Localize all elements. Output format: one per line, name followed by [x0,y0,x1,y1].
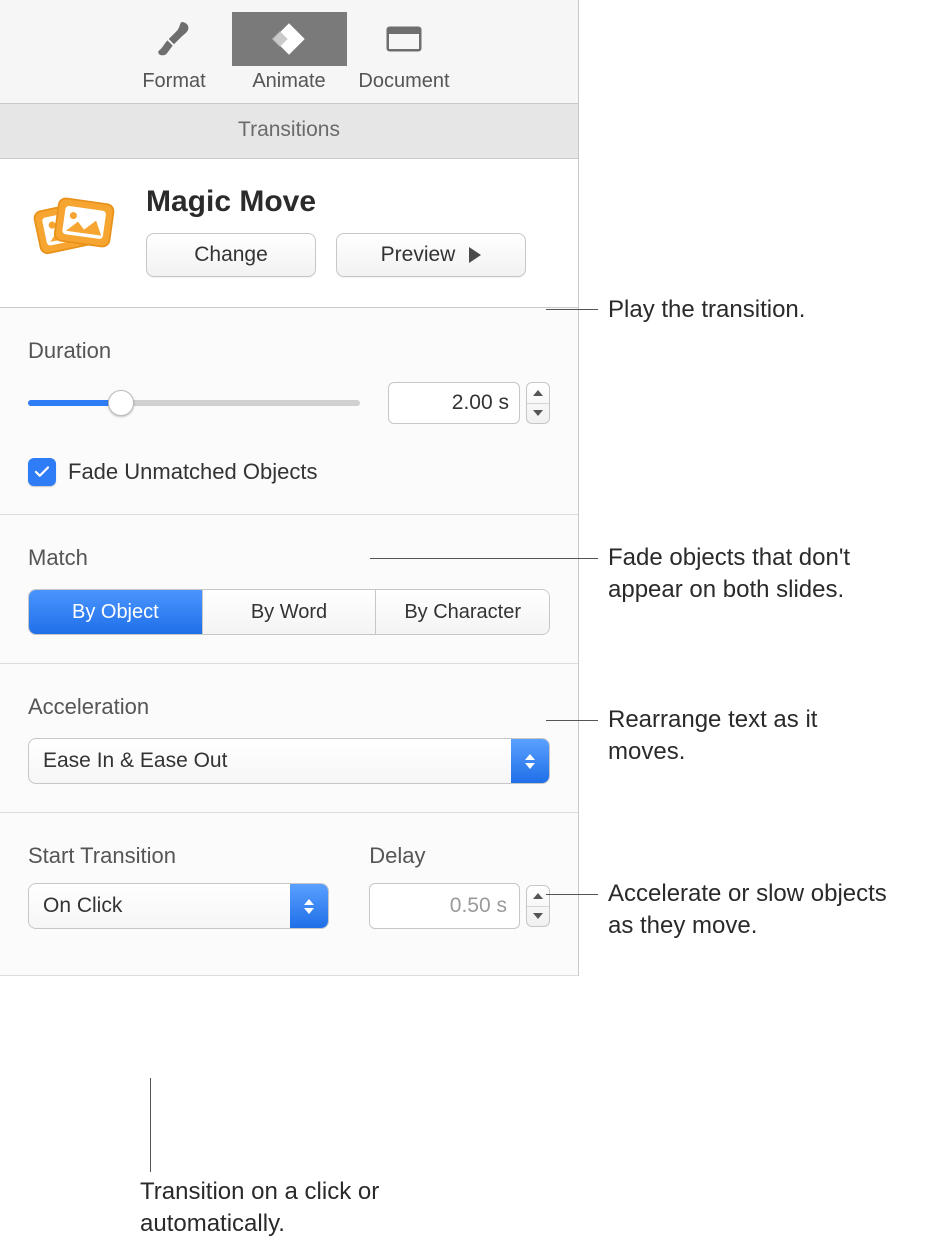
duration-field[interactable]: 2.00 s [388,382,520,424]
chevron-updown-icon [511,739,549,783]
effect-name: Magic Move [146,185,550,219]
pane-title: Transitions [0,104,578,159]
annotation-fade: Fade objects that don't appear on both s… [608,542,908,607]
delay-field[interactable]: 0.50 s [369,883,520,929]
duration-stepper[interactable] [526,382,550,424]
tab-document[interactable]: Document [347,12,462,97]
delay-stepper[interactable] [526,885,550,927]
delay-title: Delay [369,843,550,869]
start-transition-popup[interactable]: On Click [28,883,329,929]
change-button[interactable]: Change [146,233,316,277]
annotation-accel: Accelerate or slow objects as they move. [608,878,908,943]
tab-format[interactable]: Format [117,12,232,97]
fade-unmatched-label: Fade Unmatched Objects [68,459,317,485]
preview-button[interactable]: Preview [336,233,526,277]
match-by-object[interactable]: By Object [29,590,203,634]
acceleration-title: Acceleration [28,694,550,720]
duration-title: Duration [28,338,550,364]
inspector-toolbar: Format Animate Document [0,0,578,104]
inspector-window: Format Animate Document Transitions [0,0,579,976]
fade-unmatched-checkbox[interactable] [28,458,56,486]
document-icon [384,23,424,55]
tab-animate-label: Animate [232,68,347,97]
transition-icon [28,185,120,265]
paintbrush-icon [153,18,195,60]
duration-slider[interactable] [28,393,360,413]
annotation-match: Rearrange text as it moves. [608,704,868,769]
match-segmented: By Object By Word By Character [28,589,550,635]
start-delay-section: Start Transition On Click Delay 0.50 s [0,813,578,976]
diamond-icon [268,18,310,60]
tab-format-label: Format [117,68,232,97]
acceleration-section: Acceleration Ease In & Ease Out [0,664,578,813]
match-by-word[interactable]: By Word [203,590,377,634]
acceleration-popup[interactable]: Ease In & Ease Out [28,738,550,784]
start-title: Start Transition [28,843,329,869]
effect-section: Magic Move Change Preview [0,159,578,308]
tab-document-label: Document [347,68,462,97]
chevron-updown-icon [290,884,328,928]
tab-animate[interactable]: Animate [232,12,347,97]
annotation-start: Transition on a click or automatically. [140,1176,440,1241]
play-icon [469,247,481,263]
match-section: Match By Object By Word By Character [0,515,578,664]
match-by-character[interactable]: By Character [376,590,549,634]
duration-section: Duration 2.00 s [0,308,578,515]
annotation-preview: Play the transition. [608,294,805,326]
